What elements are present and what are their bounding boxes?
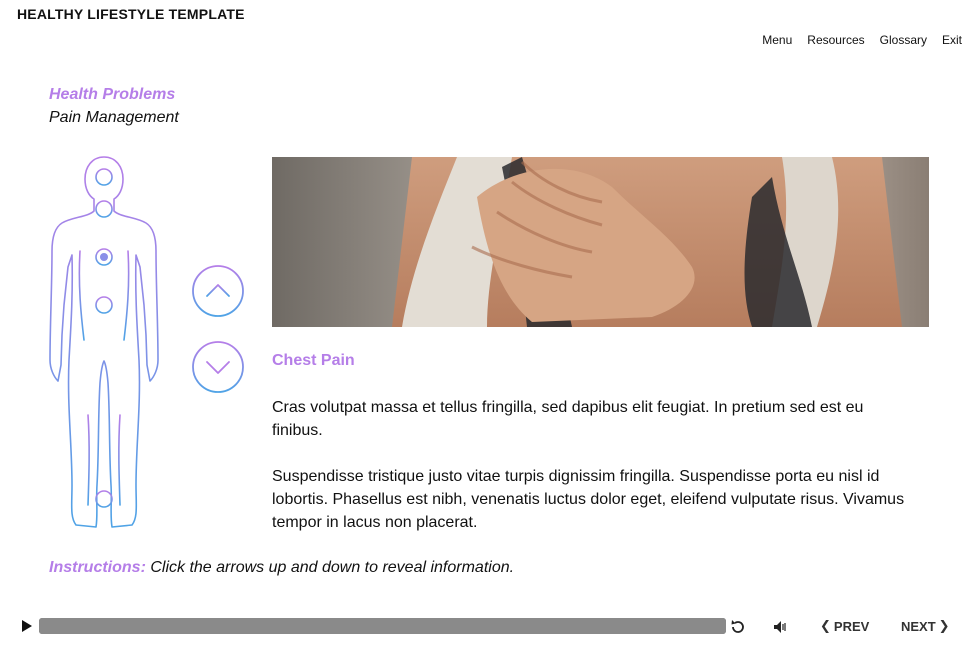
play-icon[interactable]	[20, 619, 34, 633]
chevron-right-icon: ❯	[938, 618, 950, 633]
app-title: HEALTHY LIFESTYLE TEMPLATE	[17, 6, 245, 22]
instructions-label: Instructions:	[49, 559, 146, 576]
top-nav: Menu Resources Glossary Exit	[762, 33, 962, 47]
arrow-down-button[interactable]	[191, 340, 245, 394]
volume-icon[interactable]	[772, 618, 790, 636]
nav-exit-link[interactable]: Exit	[942, 33, 962, 47]
prev-button[interactable]: ❮ PREV	[820, 618, 869, 634]
arrow-up-button[interactable]	[191, 264, 245, 318]
info-paragraph-1: Cras volutpat massa et tellus fringilla,…	[272, 399, 864, 439]
replay-icon[interactable]	[729, 618, 747, 636]
progress-bar[interactable]	[39, 618, 726, 634]
instructions: Instructions: Click the arrows up and do…	[49, 559, 514, 577]
section-subtitle: Pain Management	[49, 109, 179, 126]
info-paragraph-2: Suspendisse tristique justo vitae turpis…	[272, 468, 905, 531]
info-title: Chest Pain	[272, 352, 355, 369]
chevron-left-icon: ❮	[820, 618, 831, 633]
next-button[interactable]: NEXT ❯	[901, 618, 950, 634]
body-outline-icon	[49, 156, 159, 528]
player-bar: ❮ PREV NEXT ❯	[0, 612, 978, 640]
progress-fill	[39, 618, 726, 634]
nav-menu-link[interactable]: Menu	[762, 33, 792, 47]
nav-resources-link[interactable]: Resources	[807, 33, 864, 47]
next-label: NEXT	[901, 618, 936, 634]
instructions-text: Click the arrows up and down to reveal i…	[145, 559, 515, 576]
chest-pain-photo	[272, 157, 929, 327]
nav-glossary-link[interactable]: Glossary	[880, 33, 927, 47]
prev-label: PREV	[833, 618, 870, 634]
section-title: Health Problems	[49, 86, 176, 103]
